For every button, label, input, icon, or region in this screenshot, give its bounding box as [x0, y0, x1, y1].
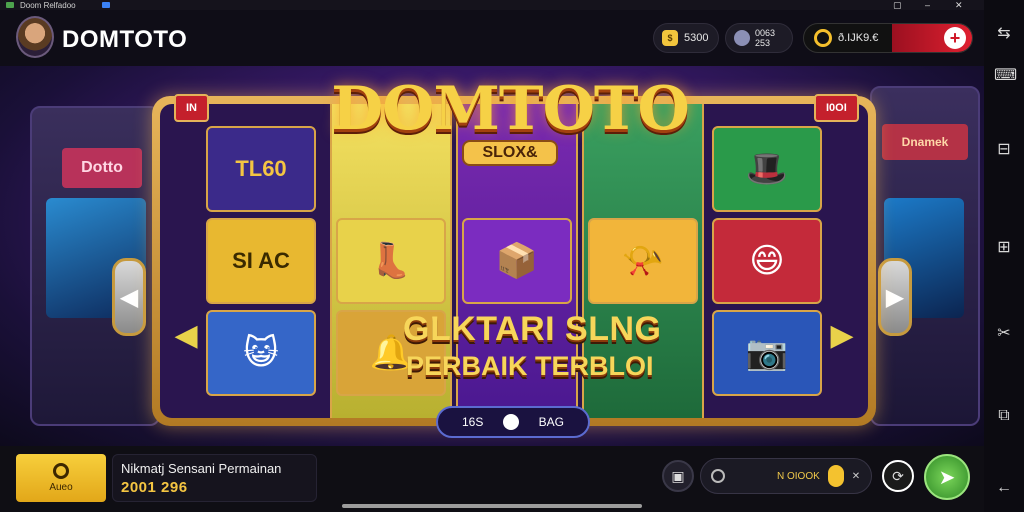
- window-title: Doom Relfadoo: [20, 0, 76, 10]
- avatar[interactable]: [16, 16, 54, 58]
- bet-selector[interactable]: N OIOOK ✕: [700, 458, 872, 494]
- home-indicator[interactable]: [342, 504, 642, 508]
- game-stage: Dotto Dnamek ◀ ▶ TL60 SI AC 😺 👢 🔔 📦 📯 🎩 …: [0, 66, 984, 446]
- gem-value-1: 0063: [755, 28, 776, 38]
- coin-icon: $: [662, 30, 678, 46]
- boot-icon: 👢: [369, 242, 413, 280]
- horn-icon: 📯: [621, 242, 665, 280]
- coin-icon: [827, 465, 844, 487]
- minimize-icon[interactable]: –: [925, 0, 930, 10]
- spin-icon: ➤: [938, 466, 956, 489]
- bonus-button[interactable]: Aueo: [16, 454, 106, 502]
- game-logo: DOMTOTO SLOX&: [330, 74, 690, 194]
- bonus-label: Aueo: [49, 482, 73, 493]
- slot-symbol-camera: 📷: [712, 310, 822, 396]
- reel-left-arrow[interactable]: ◀: [172, 304, 200, 366]
- pill-left-text: 16S: [462, 415, 484, 429]
- add-funds-button[interactable]: +: [944, 27, 966, 49]
- slot-symbol-ring: TL60: [206, 126, 316, 212]
- top-header: DOMTOTO $ 5300 0063 253 ð.IJK9.€ +: [0, 10, 984, 66]
- gear-icon: [711, 469, 725, 483]
- keyboard-icon[interactable]: ⌨: [994, 66, 1017, 86]
- right-navigation: ⇆ ⌨ ⊟ ⊞ ✂ ⧉ ←: [984, 0, 1024, 512]
- slot-symbol-boot: 👢: [336, 218, 446, 304]
- character-icon: 😺: [243, 334, 279, 372]
- promo-subline: PERBAIK TERBLOI: [406, 351, 654, 381]
- badge-left: IN: [174, 94, 209, 122]
- coin-value: 5300: [684, 32, 709, 44]
- autoplay-button[interactable]: ⟳: [882, 460, 914, 492]
- slot-symbol-hat-pink: 🎩: [712, 126, 822, 212]
- gem-icon: [734, 30, 750, 46]
- sync-icon[interactable]: ⇆: [994, 24, 1014, 44]
- prev-side-button[interactable]: ◀: [112, 258, 146, 336]
- tile-text-2: SI AC: [232, 248, 290, 273]
- screenshot-icon[interactable]: ⧉: [994, 406, 1014, 426]
- bet-text: N OIOOK: [777, 470, 820, 482]
- slot-symbol-horn: 📯: [588, 218, 698, 304]
- slot-symbol-helmet: SI AC: [206, 218, 316, 304]
- reel-right-arrow[interactable]: ▶: [828, 304, 856, 366]
- cut-icon[interactable]: ✂: [994, 324, 1014, 344]
- triangle-right-icon: ▶: [885, 283, 905, 311]
- slot-symbol-character-blue: 😺: [206, 310, 316, 396]
- brand-title: DOMTOTO: [62, 26, 188, 53]
- hat-icon: 🎩: [745, 150, 789, 188]
- info-panel: Nikmatj Sensani Permainan 2001 296: [112, 454, 317, 502]
- grid-icon: ▣: [671, 467, 685, 484]
- gem-value-2: 253: [755, 38, 771, 48]
- plus-icon[interactable]: ⊞: [994, 238, 1014, 258]
- minus-icon[interactable]: ⊟: [994, 140, 1014, 160]
- jackpot-icon: [814, 29, 832, 47]
- slot-symbol-cannon: 📦: [462, 218, 572, 304]
- pill-right-text: BAG: [538, 415, 564, 429]
- badge-right: I0OI: [814, 94, 859, 122]
- jackpot-display[interactable]: ð.IJK9.€ +: [803, 23, 973, 53]
- jackpot-value: ð.IJK9.€: [838, 32, 879, 44]
- next-side-button[interactable]: ▶: [878, 258, 912, 336]
- back-icon[interactable]: ←: [994, 478, 1014, 498]
- logo-subtitle: SLOX&: [462, 140, 558, 166]
- app-icon: [6, 2, 14, 8]
- spin-button[interactable]: ➤: [924, 454, 970, 500]
- bottom-bar: Aueo Nikmatj Sensani Permainan 2001 296 …: [0, 446, 984, 512]
- os-status-bar: Doom Relfadoo ▢ – ✕: [0, 0, 984, 10]
- arcade-sign-left: Dotto: [62, 148, 142, 188]
- page-indicator-pill[interactable]: 16S BAG: [436, 406, 590, 438]
- app-icon-secondary: [101, 2, 110, 8]
- face-icon: 😄: [749, 242, 785, 280]
- menu-button[interactable]: ▣: [662, 460, 694, 492]
- info-title: Nikmatj Sensani Permainan: [121, 461, 282, 476]
- slot-symbol-face: 😄: [712, 218, 822, 304]
- triangle-left-icon: ◀: [119, 283, 139, 311]
- arcade-cabinet-right: Dnamek: [870, 86, 980, 426]
- gem-balance[interactable]: 0063 253: [725, 23, 793, 53]
- arcade-sign-right: Dnamek: [882, 124, 968, 160]
- promo-headline: GLKTARI SLNG: [403, 310, 662, 348]
- close-icon[interactable]: ✕: [852, 471, 860, 482]
- toggle-dot-icon[interactable]: [503, 414, 519, 430]
- coin-balance[interactable]: $ 5300: [653, 23, 719, 53]
- info-value: 2001 296: [121, 479, 188, 496]
- tile-text-1: TL60: [235, 156, 287, 181]
- cannon-icon: 📦: [495, 242, 539, 280]
- camera-icon: 📷: [745, 334, 789, 372]
- logo-title: DOMTOTO: [331, 74, 690, 144]
- ring-icon: [53, 463, 69, 479]
- refresh-icon: ⟳: [892, 467, 904, 484]
